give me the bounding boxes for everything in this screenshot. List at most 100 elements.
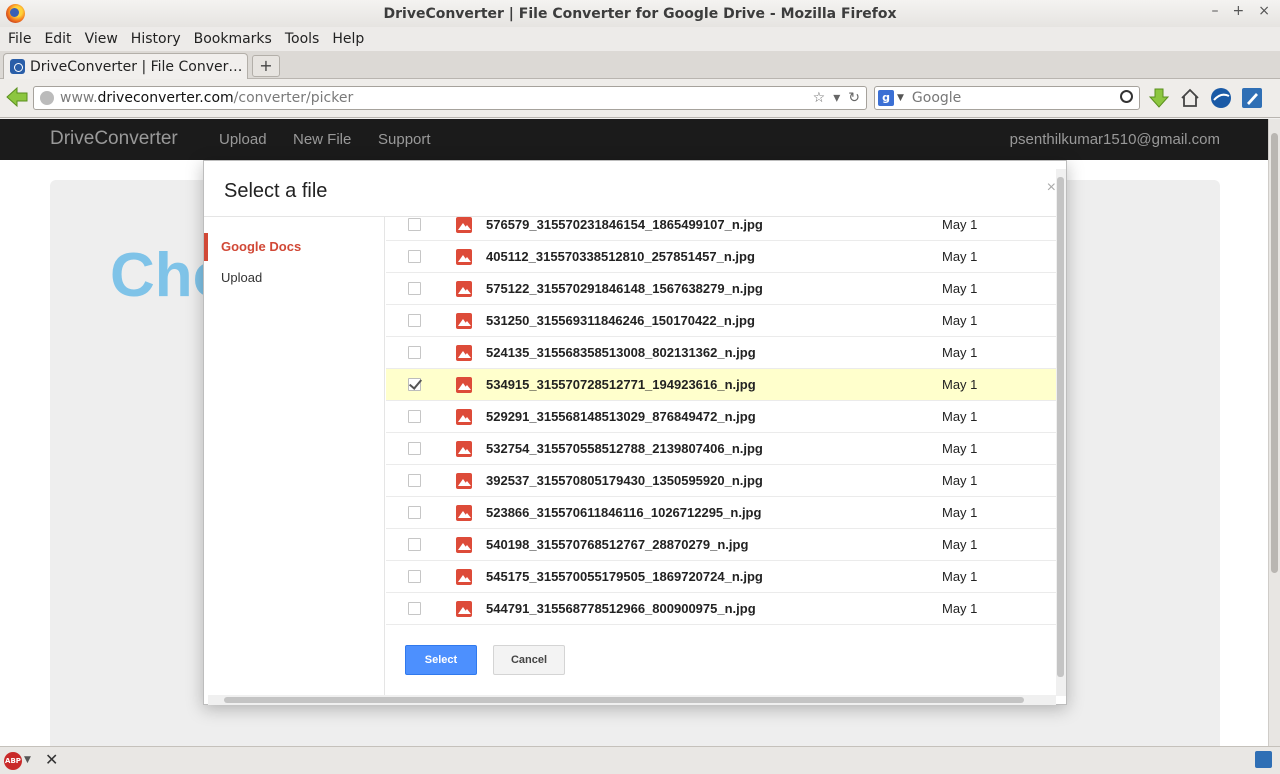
file-checkbox[interactable] bbox=[408, 506, 421, 519]
select-button[interactable]: Select bbox=[405, 645, 477, 675]
search-engine-dropdown-icon[interactable]: ▼ bbox=[897, 93, 904, 103]
file-checkbox[interactable] bbox=[408, 378, 421, 391]
file-row[interactable]: 529291_315568148513029_876849472_n.jpg Ma… bbox=[386, 401, 1056, 433]
file-row[interactable]: 392537_315570805179430_1350595920_n.jpg M… bbox=[386, 465, 1056, 497]
url-host: driveconverter.com bbox=[97, 90, 234, 106]
close-window-button[interactable]: × bbox=[1258, 3, 1270, 19]
file-row[interactable]: 534915_315570728512771_194923616_n.jpg Ma… bbox=[386, 369, 1056, 401]
file-date: May 1 bbox=[942, 537, 978, 552]
edit-pencil-icon[interactable] bbox=[1241, 87, 1263, 109]
navigation-toolbar: www. driveconverter.com/converter/picker … bbox=[0, 79, 1280, 118]
file-row[interactable]: 575122_315570291846148_1567638279_n.jpg M… bbox=[386, 273, 1056, 305]
file-row[interactable]: 576579_315570231846154_1865499107_n.jpg M… bbox=[386, 209, 1056, 241]
user-email[interactable]: psenthilkumar1510@gmail.com bbox=[1010, 131, 1220, 148]
dialog-horizontal-scrollbar-thumb[interactable] bbox=[224, 697, 1024, 703]
file-row[interactable]: 524135_315568358513008_802131362_n.jpg Ma… bbox=[386, 337, 1056, 369]
window-title: DriveConverter | File Converter for Goog… bbox=[383, 5, 897, 22]
adblock-dropdown-icon[interactable]: ▼ bbox=[24, 755, 31, 765]
home-icon[interactable] bbox=[1179, 87, 1201, 109]
addon-globe-icon[interactable] bbox=[1210, 87, 1232, 109]
image-file-icon bbox=[456, 569, 472, 585]
file-checkbox[interactable] bbox=[408, 346, 421, 359]
menu-bookmarks[interactable]: Bookmarks bbox=[194, 31, 272, 47]
file-checkbox[interactable] bbox=[408, 218, 421, 231]
url-bar[interactable]: www. driveconverter.com/converter/picker … bbox=[33, 86, 867, 110]
image-file-icon bbox=[456, 473, 472, 489]
bookmark-star-icon[interactable]: ☆ bbox=[813, 90, 826, 106]
file-row[interactable]: 523866_315570611846116_1026712295_n.jpg M… bbox=[386, 497, 1056, 529]
nav-link-support[interactable]: Support bbox=[378, 131, 431, 148]
file-checkbox[interactable] bbox=[408, 250, 421, 263]
url-dropdown-icon[interactable]: ▾ bbox=[833, 90, 840, 106]
file-name: 575122_315570291846148_1567638279_n.jpg bbox=[486, 281, 763, 296]
file-checkbox[interactable] bbox=[408, 474, 421, 487]
status-bar: ABP ▼ ✕ bbox=[0, 746, 1280, 774]
browser-tab[interactable]: DriveConverter | File Converte… bbox=[3, 53, 248, 79]
dialog-vertical-scrollbar-thumb[interactable] bbox=[1057, 177, 1064, 677]
search-icon[interactable] bbox=[1120, 90, 1133, 103]
file-checkbox[interactable] bbox=[408, 602, 421, 615]
search-bar[interactable]: g ▼ Google bbox=[874, 86, 1140, 110]
image-file-icon bbox=[456, 537, 472, 553]
nav-link-upload[interactable]: Upload bbox=[219, 131, 267, 148]
file-name: 576579_315570231846154_1865499107_n.jpg bbox=[486, 217, 763, 232]
close-icon[interactable]: × bbox=[1047, 179, 1056, 197]
file-name: 534915_315570728512771_194923616_n.jpg bbox=[486, 377, 756, 392]
reload-icon[interactable]: ↻ bbox=[848, 90, 860, 106]
image-file-icon bbox=[456, 441, 472, 457]
toolbar-icons bbox=[1148, 87, 1263, 109]
search-engine-icon[interactable]: g bbox=[878, 90, 894, 106]
cancel-button[interactable]: Cancel bbox=[493, 645, 565, 675]
file-date: May 1 bbox=[942, 441, 978, 456]
file-name: 544791_315568778512966_800900975_n.jpg bbox=[486, 601, 756, 616]
file-checkbox[interactable] bbox=[408, 314, 421, 327]
file-date: May 1 bbox=[942, 473, 978, 488]
file-checkbox[interactable] bbox=[408, 282, 421, 295]
page-scrollbar-thumb[interactable] bbox=[1271, 133, 1278, 573]
close-addon-bar-icon[interactable]: ✕ bbox=[45, 750, 58, 769]
file-checkbox[interactable] bbox=[408, 410, 421, 423]
menu-history[interactable]: History bbox=[131, 31, 181, 47]
file-row[interactable]: 531250_315569311846246_150170422_n.jpg Ma… bbox=[386, 305, 1056, 337]
image-file-icon bbox=[456, 313, 472, 329]
file-name: 405112_315570338512810_257851457_n.jpg bbox=[486, 249, 755, 264]
site-identity-icon[interactable] bbox=[40, 91, 54, 105]
file-row[interactable]: 405112_315570338512810_257851457_n.jpg Ma… bbox=[386, 241, 1056, 273]
site-brand[interactable]: DriveConverter bbox=[50, 128, 178, 150]
menu-view[interactable]: View bbox=[85, 31, 118, 47]
file-checkbox[interactable] bbox=[408, 442, 421, 455]
image-file-icon bbox=[456, 217, 472, 233]
file-name: 540198_315570768512767_28870279_n.jpg bbox=[486, 537, 749, 552]
dialog-horizontal-scrollbar[interactable] bbox=[208, 695, 1056, 705]
dialog-vertical-scrollbar[interactable] bbox=[1056, 169, 1066, 696]
sidebar-item-google-docs[interactable]: Google Docs bbox=[204, 233, 385, 261]
file-checkbox[interactable] bbox=[408, 570, 421, 583]
minimize-button[interactable]: – bbox=[1212, 3, 1219, 19]
back-arrow-icon[interactable] bbox=[5, 85, 29, 109]
nav-link-new-file[interactable]: New File bbox=[293, 131, 351, 148]
window-controls: – + × bbox=[1212, 3, 1270, 19]
maximize-button[interactable]: + bbox=[1233, 3, 1245, 19]
file-row[interactable]: 532754_315570558512788_2139807406_n.jpg M… bbox=[386, 433, 1056, 465]
file-picker-dialog: Select a file × Google Docs Upload 57657… bbox=[203, 160, 1067, 705]
menu-edit[interactable]: Edit bbox=[44, 31, 71, 47]
menu-file[interactable]: File bbox=[8, 31, 31, 47]
menu-bar: File Edit View History Bookmarks Tools H… bbox=[0, 27, 1280, 51]
file-date: May 1 bbox=[942, 409, 978, 424]
file-name: 529291_315568148513029_876849472_n.jpg bbox=[486, 409, 756, 424]
adblock-icon[interactable]: ABP bbox=[4, 752, 22, 770]
menu-tools[interactable]: Tools bbox=[285, 31, 320, 47]
file-row[interactable]: 545175_315570055179505_1869720724_n.jpg M… bbox=[386, 561, 1056, 593]
file-name: 545175_315570055179505_1869720724_n.jpg bbox=[486, 569, 763, 584]
download-arrow-icon[interactable] bbox=[1148, 87, 1170, 109]
file-name: 392537_315570805179430_1350595920_n.jpg bbox=[486, 473, 763, 488]
file-checkbox[interactable] bbox=[408, 538, 421, 551]
file-row[interactable]: 544791_315568778512966_800900975_n.jpg Ma… bbox=[386, 593, 1056, 625]
file-row[interactable]: 540198_315570768512767_28870279_n.jpg May… bbox=[386, 529, 1056, 561]
menu-help[interactable]: Help bbox=[332, 31, 364, 47]
sidebar-item-upload[interactable]: Upload bbox=[204, 264, 385, 292]
page-scrollbar[interactable] bbox=[1268, 119, 1280, 746]
file-list: 576579_315570231846154_1865499107_n.jpg M… bbox=[386, 209, 1056, 625]
status-edit-icon[interactable] bbox=[1255, 751, 1272, 768]
new-tab-button[interactable]: + bbox=[252, 55, 280, 77]
